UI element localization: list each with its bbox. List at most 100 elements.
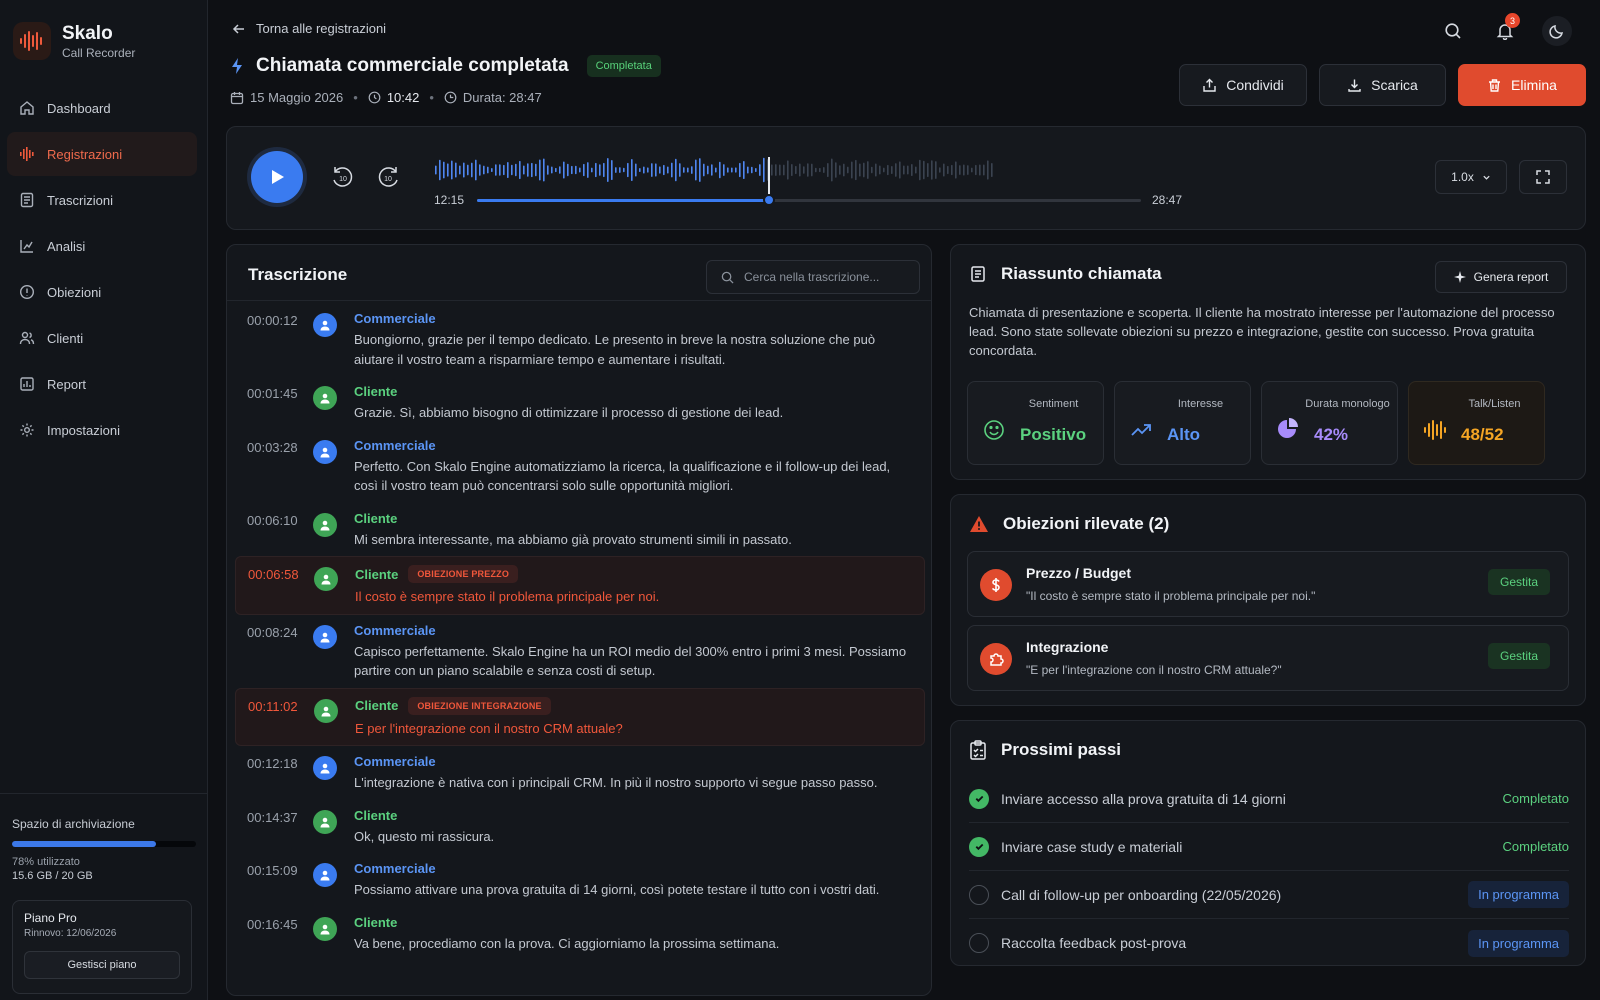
objection-item[interactable]: Prezzo / Budget "Il costo è sempre stato… bbox=[967, 551, 1569, 617]
next-step-text: Raccolta feedback post-prova bbox=[1001, 935, 1187, 951]
brand-subtitle: Call Recorder bbox=[62, 45, 136, 60]
timestamp[interactable]: 00:11:02 bbox=[248, 697, 314, 739]
sidebar: Skalo Call Recorder Dashboard Registrazi… bbox=[0, 0, 208, 1000]
skip-forward-button[interactable]: 10 bbox=[375, 164, 401, 190]
progress-knob[interactable] bbox=[763, 194, 776, 206]
transcript-row[interactable]: 00:00:12 Commerciale Buongiorno, grazie … bbox=[235, 303, 925, 376]
header-actions: Condividi Scarica Elimina bbox=[1179, 64, 1586, 106]
timer-icon bbox=[444, 91, 457, 104]
empty-circle-icon[interactable] bbox=[969, 933, 989, 953]
next-step-item[interactable]: Raccolta feedback post-prova In programm… bbox=[969, 919, 1569, 967]
generate-report-button[interactable]: Genera report bbox=[1435, 261, 1567, 293]
speaker-name: Cliente bbox=[354, 914, 398, 930]
play-button[interactable] bbox=[251, 151, 303, 203]
transcript-row-objection[interactable]: 00:11:02 Cliente OBIEZIONE INTEGRAZIONE E… bbox=[235, 687, 925, 746]
speed-select[interactable]: 1.0x bbox=[1435, 160, 1507, 194]
waveform-bar bbox=[983, 164, 985, 176]
timestamp[interactable]: 00:15:09 bbox=[247, 861, 313, 900]
waveform-bar bbox=[751, 166, 753, 174]
timestamp[interactable]: 00:16:45 bbox=[247, 915, 313, 954]
speaker-line: Cliente bbox=[354, 915, 917, 930]
fullscreen-button[interactable] bbox=[1519, 160, 1567, 194]
next-step-item[interactable]: Inviare case study e materiali Completat… bbox=[969, 823, 1569, 871]
waveform-bar bbox=[527, 163, 529, 177]
objections-header: Obiezioni rilevate (2) bbox=[969, 514, 1169, 534]
delete-button[interactable]: Elimina bbox=[1458, 64, 1586, 106]
transcript-row[interactable]: 00:16:45 Cliente Va bene, procediamo con… bbox=[235, 907, 925, 961]
progress-fill bbox=[477, 199, 770, 202]
share-button[interactable]: Condividi bbox=[1179, 64, 1307, 106]
check-circle-icon[interactable] bbox=[969, 788, 989, 809]
check-circle-icon[interactable] bbox=[969, 836, 989, 857]
sidebar-item-report[interactable]: Report bbox=[7, 362, 197, 406]
theme-toggle-button[interactable] bbox=[1542, 16, 1572, 46]
next-step-item[interactable]: Call di follow-up per onboarding (22/05/… bbox=[969, 871, 1569, 919]
sidebar-item-obiezioni[interactable]: Obiezioni bbox=[7, 270, 197, 314]
waveform-bar bbox=[867, 161, 869, 179]
warning-icon bbox=[970, 516, 988, 532]
summary-text: Chiamata di presentazione e scoperta. Il… bbox=[969, 305, 1555, 358]
waveform-bar bbox=[719, 161, 721, 179]
next-step-item[interactable]: Inviare accesso alla prova gratuita di 1… bbox=[969, 775, 1569, 823]
timestamp[interactable]: 00:06:10 bbox=[247, 511, 313, 550]
gear-icon bbox=[20, 423, 34, 437]
next-steps-header: Prossimi passi bbox=[969, 740, 1121, 760]
download-button[interactable]: Scarica bbox=[1319, 64, 1446, 106]
transcript-row[interactable]: 00:06:10 Cliente Mi sembra interessante,… bbox=[235, 503, 925, 557]
sidebar-item-registrazioni[interactable]: Registrazioni bbox=[7, 132, 197, 176]
waveform-bar bbox=[807, 163, 809, 177]
waveform-bar bbox=[623, 167, 625, 173]
skip-back-button[interactable]: 10 bbox=[330, 164, 356, 190]
waveform-bar bbox=[471, 162, 473, 178]
timestamp[interactable]: 00:06:58 bbox=[248, 565, 314, 607]
speaker-avatar bbox=[313, 863, 337, 887]
transcript-row[interactable]: 00:15:09 Commerciale Possiamo attivare u… bbox=[235, 853, 925, 907]
transcript-row[interactable]: 00:01:45 Cliente Grazie. Sì, abbiamo bis… bbox=[235, 376, 925, 430]
sidebar-item-trascrizioni[interactable]: Trascrizioni bbox=[7, 178, 197, 222]
notifications-button[interactable]: 3 bbox=[1490, 13, 1520, 46]
transcript-row-objection[interactable]: 00:06:58 Cliente OBIEZIONE PREZZO Il cost… bbox=[235, 556, 925, 615]
sidebar-item-clienti[interactable]: Clienti bbox=[7, 316, 197, 360]
waveform-bar bbox=[891, 165, 893, 175]
stat-label: Durata monologo bbox=[1305, 398, 1390, 410]
storage-title: Spazio di archiviazione bbox=[12, 817, 135, 831]
next-step-text: Inviare case study e materiali bbox=[1001, 838, 1183, 855]
back-link[interactable]: Torna alle registrazioni bbox=[232, 21, 386, 36]
objection-item[interactable]: Integrazione "E per l'integrazione con i… bbox=[967, 625, 1569, 691]
sidebar-item-dashboard[interactable]: Dashboard bbox=[7, 86, 197, 130]
waveform-bar bbox=[963, 164, 965, 176]
waveform-bar bbox=[851, 161, 853, 179]
transcript-row[interactable]: 00:03:28 Commerciale Perfetto. Con Skalo… bbox=[235, 430, 925, 503]
waveform-bar bbox=[655, 163, 657, 177]
waveform-bar bbox=[895, 163, 897, 177]
speaker-line: Cliente bbox=[354, 384, 917, 399]
timestamp[interactable]: 00:08:24 bbox=[247, 623, 313, 681]
waveform-bar bbox=[791, 164, 793, 176]
transcript-row[interactable]: 00:14:37 Cliente Ok, questo mi rassicura… bbox=[235, 800, 925, 854]
transcript-search-input[interactable]: Cerca nella trascrizione... bbox=[706, 260, 920, 294]
timestamp[interactable]: 00:03:28 bbox=[247, 438, 313, 496]
forward-10-icon: 10 bbox=[378, 167, 398, 187]
progress-bar[interactable] bbox=[477, 194, 1141, 206]
waveform-bar bbox=[683, 167, 685, 173]
timestamp[interactable]: 00:12:18 bbox=[247, 754, 313, 793]
brand[interactable]: Skalo Call Recorder bbox=[13, 22, 135, 60]
speaker-name: Cliente bbox=[354, 807, 398, 823]
play-icon bbox=[272, 170, 284, 184]
timestamp[interactable]: 00:01:45 bbox=[247, 384, 313, 423]
manage-plan-button[interactable]: Gestisci piano bbox=[24, 951, 180, 979]
playhead[interactable] bbox=[768, 157, 771, 197]
timestamp[interactable]: 00:00:12 bbox=[247, 311, 313, 369]
transcript-row[interactable]: 00:12:18 Commerciale L'integrazione è na… bbox=[235, 746, 925, 800]
timestamp[interactable]: 00:14:37 bbox=[247, 808, 313, 847]
transcript-row[interactable]: 00:08:24 Commerciale Capisco perfettamen… bbox=[235, 615, 925, 688]
sidebar-item-impostazioni[interactable]: Impostazioni bbox=[7, 408, 197, 452]
waveform[interactable] bbox=[433, 153, 993, 187]
storage-used: 15.6 GB bbox=[12, 870, 53, 882]
stat-interesse: Interesse Alto bbox=[1114, 381, 1251, 465]
user-icon bbox=[320, 924, 330, 934]
empty-circle-icon[interactable] bbox=[969, 884, 989, 905]
search-button[interactable] bbox=[1438, 16, 1468, 46]
sidebar-item-analisi[interactable]: Analisi bbox=[7, 224, 197, 268]
waveform-bar bbox=[691, 166, 693, 174]
